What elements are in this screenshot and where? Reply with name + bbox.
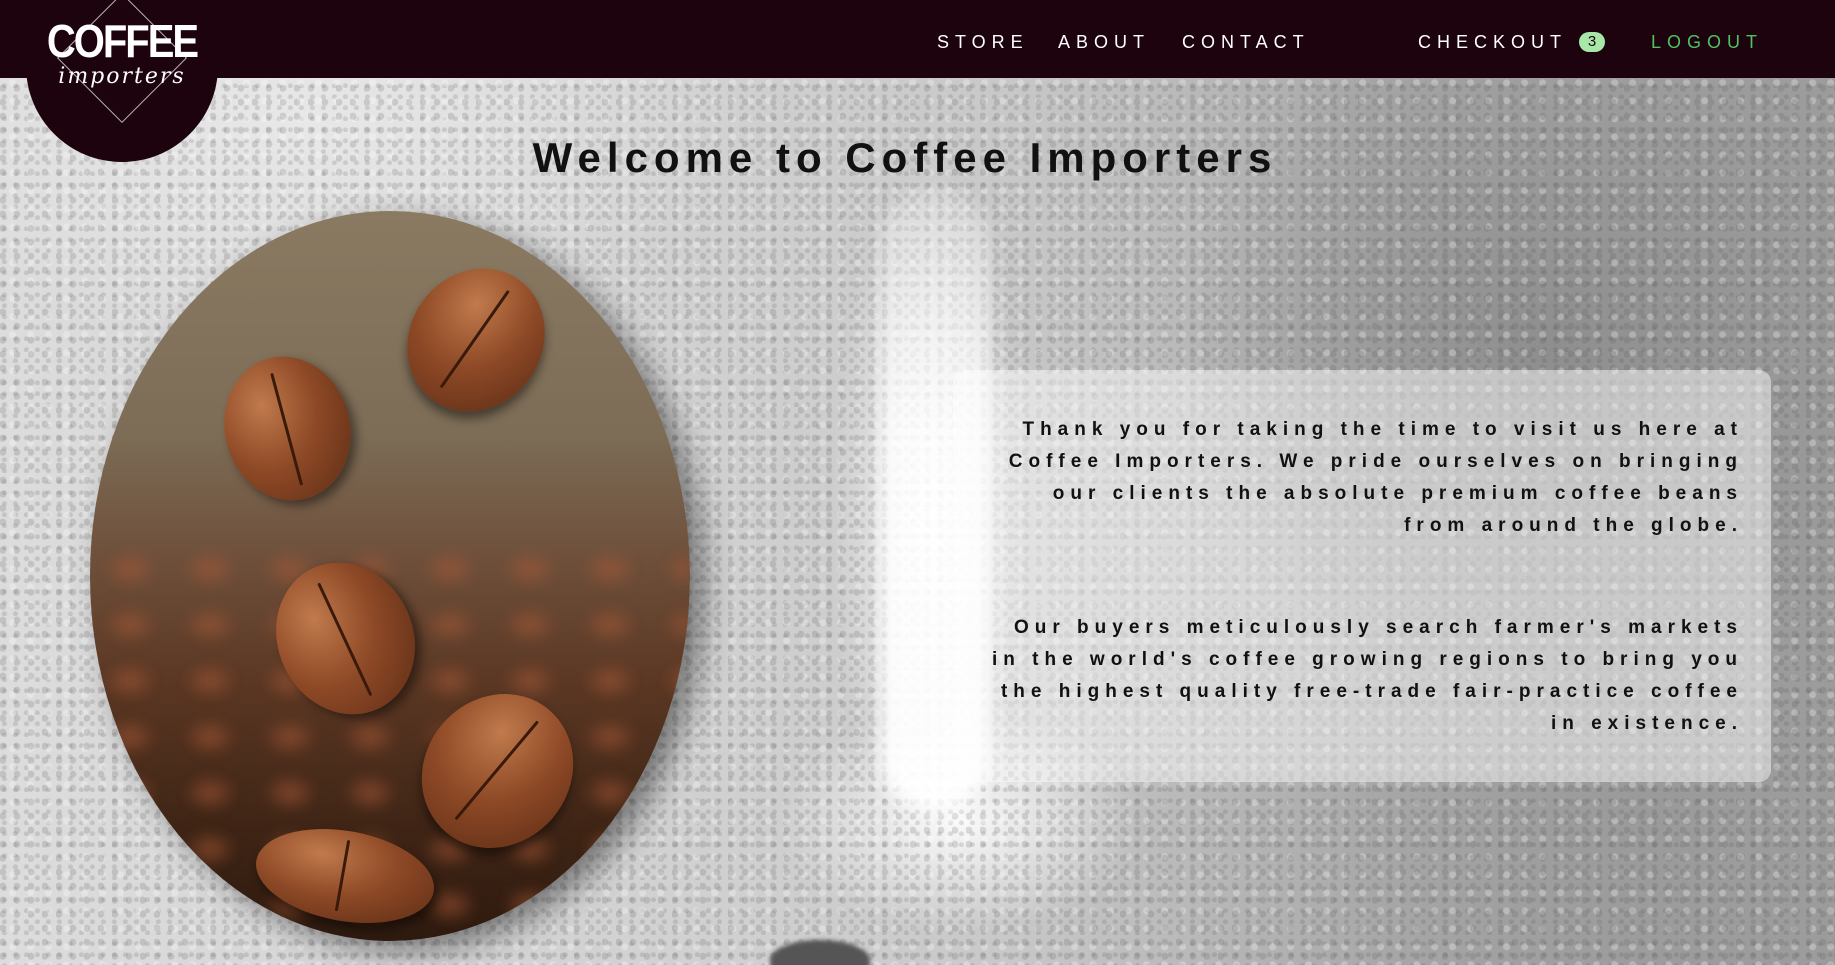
buyers-paragraph: Our buyers meticulously search farmer's … (991, 617, 1743, 734)
coffee-bean (379, 241, 573, 439)
nav-store-link[interactable]: STORE (937, 32, 1029, 53)
nav-about-link[interactable]: ABOUT (1058, 32, 1150, 53)
top-navbar: STORE ABOUT CONTACT CHECKOUT 3 LOGOUT (0, 0, 1835, 78)
page-title: Welcome to Coffee Importers (532, 134, 1278, 181)
logo-script: importers (58, 64, 186, 89)
coffee-bean (208, 342, 367, 515)
cart-count-badge[interactable]: 3 (1579, 32, 1605, 52)
welcome-info-card: Thank you for taking the time to visit u… (953, 370, 1771, 782)
nav-checkout-link[interactable]: CHECKOUT (1418, 32, 1567, 53)
nav-contact-link[interactable]: CONTACT (1182, 32, 1310, 53)
coffee-beans-photo (90, 211, 690, 941)
intro-paragraph: Thank you for taking the time to visit u… (1008, 419, 1743, 536)
nav-logout-link[interactable]: LOGOUT (1651, 32, 1763, 53)
logo-wordmark: COFFEE (46, 16, 199, 68)
